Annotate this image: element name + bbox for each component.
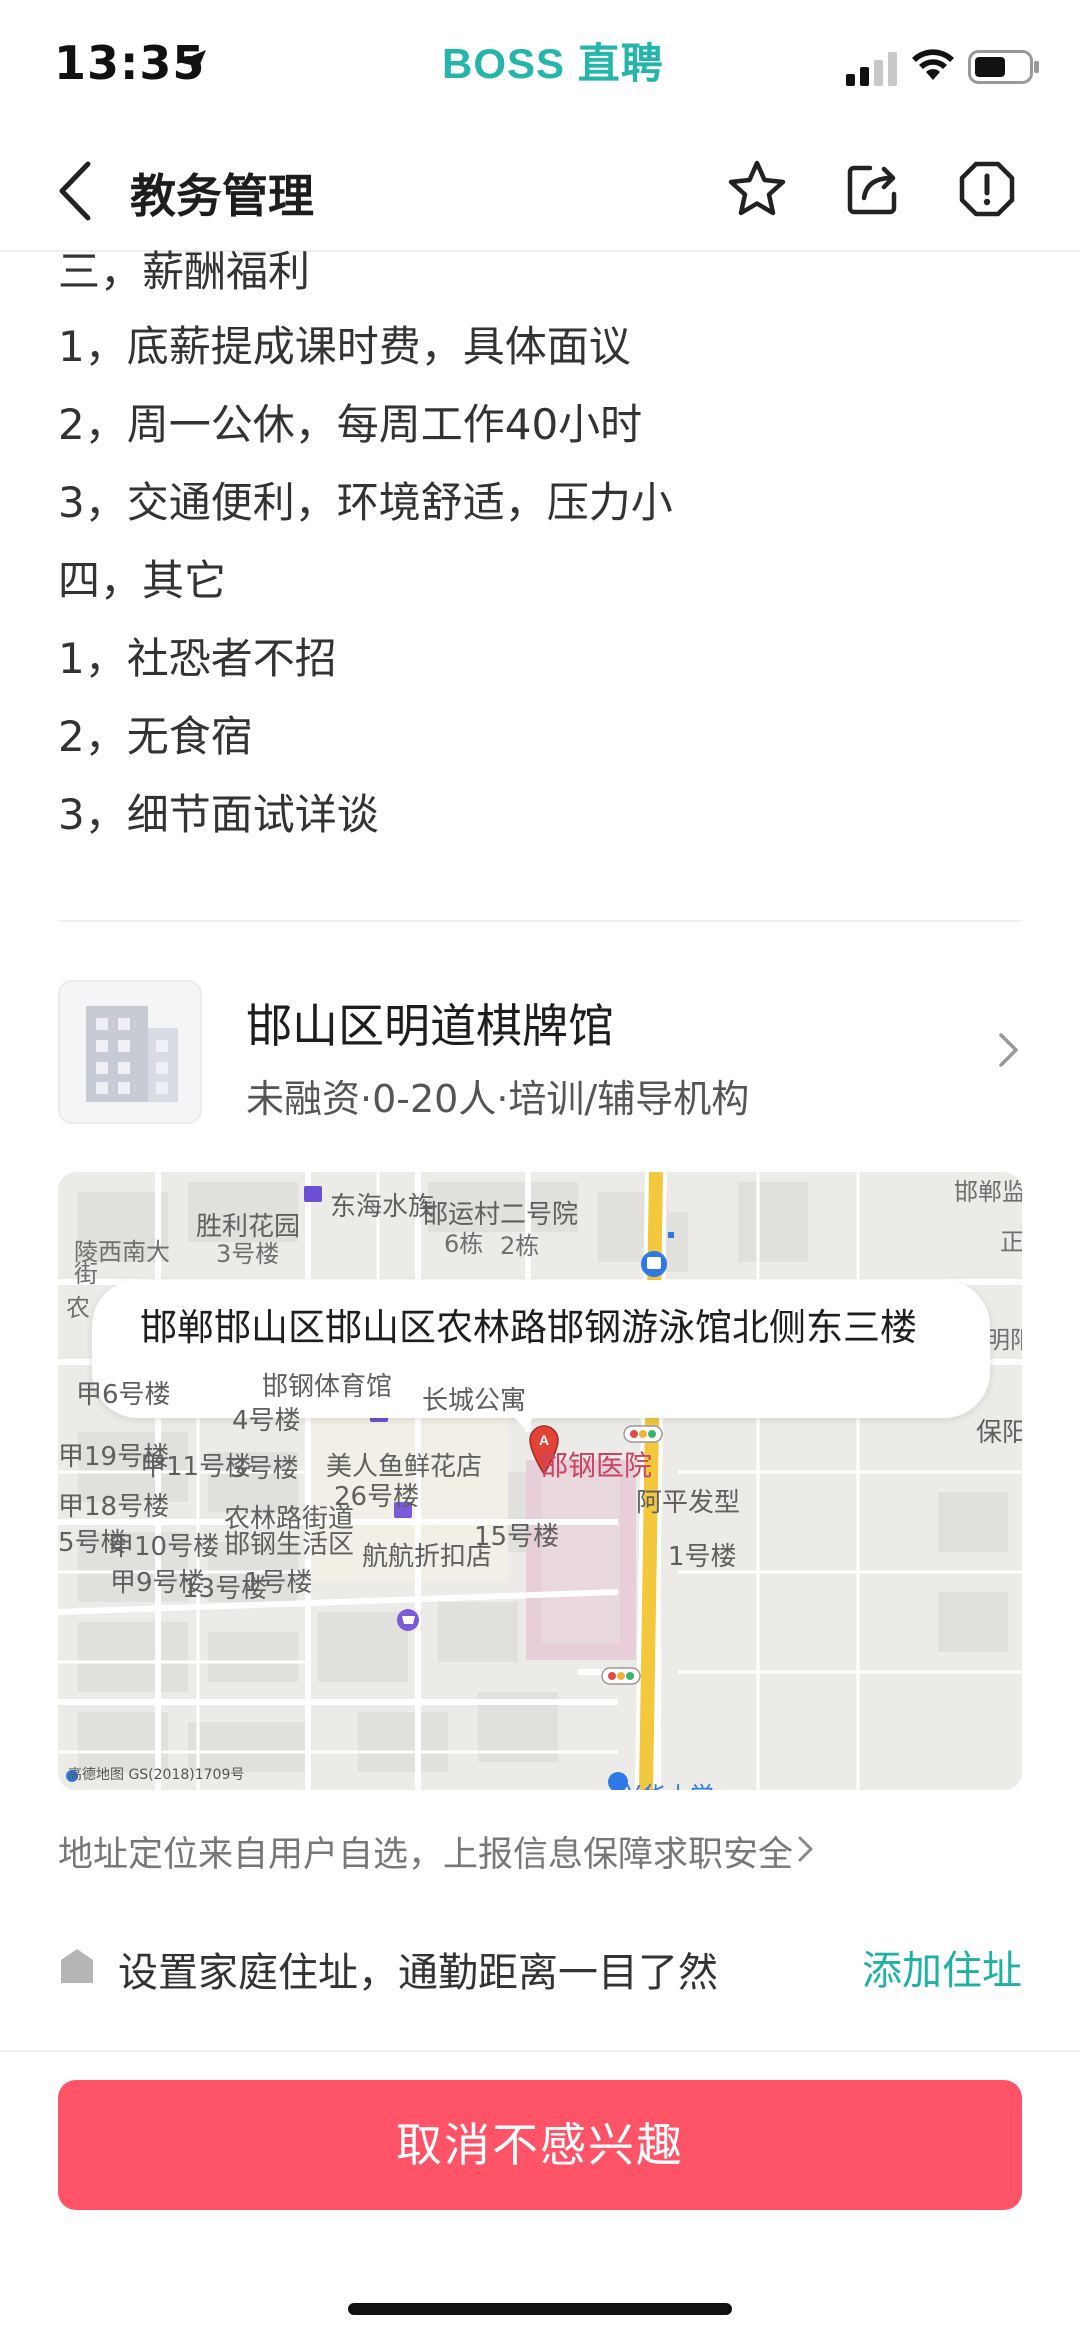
report-warning-icon[interactable] <box>956 158 1018 220</box>
description-line: 3，交通便利，环境舒适，压力小 <box>58 478 673 527</box>
address-bubble: 邯郸邯山区邯山区农林路邯钢游泳馆北侧东三楼 <box>92 1280 990 1418</box>
map-label: 东海水族 <box>330 1192 435 1222</box>
chevron-right-icon <box>798 1836 813 1862</box>
map-label: 明阳 <box>986 1326 1022 1354</box>
map-label: 2栋 <box>500 1232 540 1260</box>
building-icon <box>86 1006 178 1102</box>
map-label: 邯郸监 <box>954 1178 1022 1206</box>
map-label: 3号楼 <box>230 1454 299 1484</box>
map-label: 街 <box>74 1260 98 1288</box>
description-line: 1，社恐者不招 <box>58 634 337 683</box>
page-title: 教务管理 <box>130 169 314 223</box>
nav-bar: 教务管理 <box>0 130 1080 252</box>
map-label: 航航折扣店 <box>362 1542 493 1572</box>
map-label: 1号楼 <box>244 1568 313 1598</box>
map-label: 甲10号楼 <box>108 1532 220 1562</box>
section-divider <box>58 920 1022 922</box>
map-label: 正 <box>1000 1228 1022 1256</box>
map-label: 保阳 <box>976 1418 1022 1448</box>
description-line: 3，细节面试详谈 <box>58 790 379 839</box>
battery-icon <box>968 50 1039 84</box>
location-map[interactable]: 东海水族 胜利花园 邯运村二号院 陵西南大 街 农 6栋 2栋 3号楼 邯郸监 … <box>58 1172 1022 1790</box>
location-arrow-icon <box>178 50 206 78</box>
job-description: 三，薪酬福利 1，底薪提成课时费，具体面议 2，周一公休，每周工作40小时 3，… <box>58 247 1018 854</box>
company-card[interactable]: 邯山区明道棋牌馆 未融资·0-20人·培训/辅导机构 <box>58 980 1022 1128</box>
address-source-note[interactable]: 地址定位来自用户自选，上报信息保障求职安全 <box>58 1826 793 1877</box>
map-label: 邯钢体育馆 <box>262 1372 393 1402</box>
description-line: 三，薪酬福利 <box>58 247 311 296</box>
home-indicator <box>348 2303 732 2315</box>
map-label: 邯钢医院 <box>540 1449 653 1482</box>
map-label: 1号楼 <box>668 1542 737 1572</box>
home-address-prompt: 设置家庭住址，通勤距离一目了然 <box>118 1950 718 1996</box>
map-label: 6栋 <box>444 1230 484 1258</box>
home-icon <box>61 1949 93 1983</box>
map-label: 4号楼 <box>232 1406 301 1436</box>
map-attribution: 高德地图 GS(2018)1709号 <box>68 1767 245 1783</box>
map-label: 阿平发型 <box>636 1488 741 1518</box>
app-brand: BOSS 直聘 <box>442 40 664 87</box>
description-line: 1，底薪提成课时费，具体面议 <box>58 322 631 371</box>
cancel-not-interested-button[interactable]: 取消不感兴趣 <box>58 2080 1022 2210</box>
map-label: 兴华小学 <box>618 1776 714 1790</box>
star-icon[interactable] <box>726 158 788 220</box>
map-label: 农 <box>66 1294 90 1322</box>
map-label: 甲6号楼 <box>76 1380 171 1410</box>
back-arrow-icon[interactable] <box>50 158 100 224</box>
home-address-row: 设置家庭住址，通勤距离一目了然 添加住址 <box>58 1934 1022 2004</box>
company-logo <box>58 980 202 1124</box>
company-name: 邯山区明道棋牌馆 <box>246 999 614 1053</box>
description-line: 2，周一公休，每周工作40小时 <box>58 400 643 449</box>
cellular-signal-icon <box>846 52 897 86</box>
map-label: 甲18号楼 <box>58 1492 170 1522</box>
add-address-link[interactable]: 添加住址 <box>862 1938 1022 1996</box>
description-line: 四，其它 <box>58 556 227 605</box>
description-line: 2，无食宿 <box>58 712 253 761</box>
map-label: 3号楼 <box>216 1240 280 1268</box>
company-meta: 未融资·0-20人·培训/辅导机构 <box>246 1077 750 1121</box>
wifi-icon <box>912 49 954 80</box>
map-label: 邯钢生活区 <box>224 1530 355 1560</box>
share-icon[interactable] <box>842 158 904 220</box>
status-bar: 13:35 BOSS 直聘 <box>0 0 1080 130</box>
map-label: 长城公寓 <box>422 1386 527 1416</box>
chevron-right-icon <box>999 1033 1018 1067</box>
